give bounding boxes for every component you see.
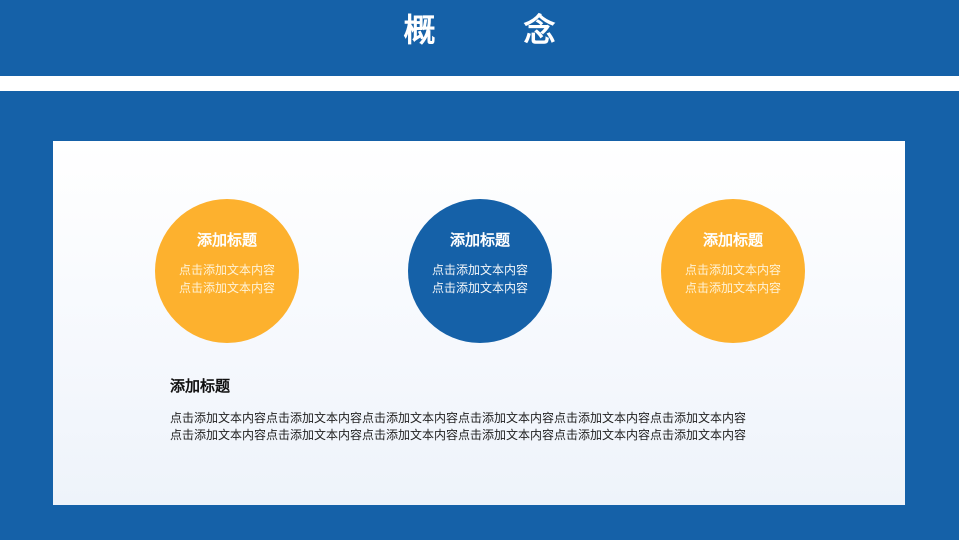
circle-item-3: 添加标题 点击添加文本内容 点击添加文本内容 xyxy=(661,199,805,343)
section-title: 添加标题 xyxy=(170,377,231,395)
circle-item-1: 添加标题 点击添加文本内容 点击添加文本内容 xyxy=(155,199,299,343)
circle-text: 点击添加文本内容 点击添加文本内容 xyxy=(684,263,781,295)
circle-item-2: 添加标题 点击添加文本内容 点击添加文本内容 xyxy=(408,199,552,343)
header-divider xyxy=(0,76,959,91)
header-bar: 概念 xyxy=(0,0,959,76)
circle-title: 添加标题 xyxy=(449,231,510,249)
content-panel: 添加标题 点击添加文本内容 点击添加文本内容 添加标题 点击添加文本内容 点击添… xyxy=(53,141,905,505)
section-body: 点击添加文本内容点击添加文本内容点击添加文本内容点击添加文本内容点击添加文本内容… xyxy=(170,411,747,442)
circle-title: 添加标题 xyxy=(196,231,257,249)
circle-title: 添加标题 xyxy=(702,231,763,249)
page-title: 概念 xyxy=(403,11,644,49)
circle-text: 点击添加文本内容 点击添加文本内容 xyxy=(431,263,528,295)
circle-text: 点击添加文本内容 点击添加文本内容 xyxy=(178,263,275,295)
